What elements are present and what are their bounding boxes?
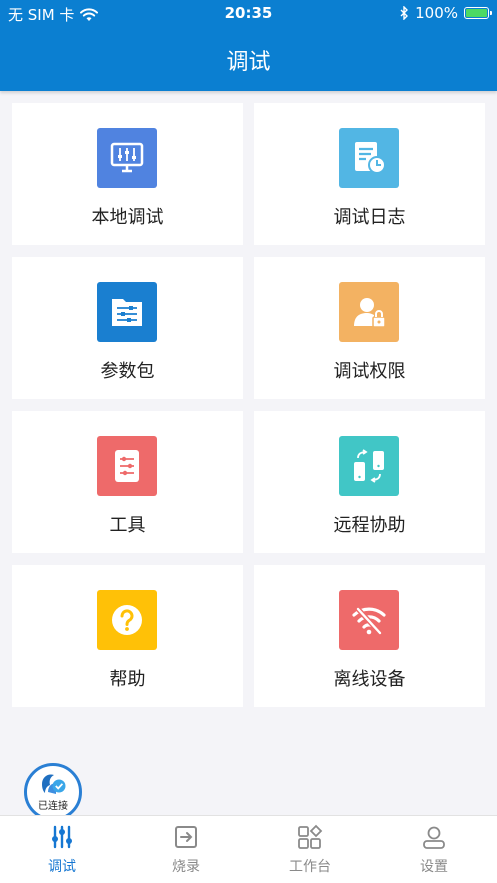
page-title: 调试 bbox=[226, 50, 271, 75]
battery-icon bbox=[464, 7, 492, 19]
status-right: 100% bbox=[400, 4, 492, 22]
log-document-clock-icon bbox=[339, 128, 399, 188]
tile-label: 调试权限 bbox=[333, 361, 406, 382]
top-bar: 无 SIM 卡 20:35 100% 调试 bbox=[0, 0, 497, 91]
tile-param-pack[interactable]: 参数包 bbox=[12, 257, 243, 399]
bottom-tab-bar: 调试 烧录 工作台 设置 bbox=[0, 815, 497, 883]
debug-sliders-icon bbox=[52, 825, 72, 849]
tool-list-icon bbox=[97, 436, 157, 496]
wifi-off-icon bbox=[339, 590, 399, 650]
tab-label: 设置 bbox=[420, 859, 448, 875]
connection-label: 已连接 bbox=[38, 801, 68, 812]
tile-label: 帮助 bbox=[109, 669, 146, 690]
workbench-grid-icon bbox=[298, 824, 323, 849]
connection-status-button[interactable]: 已连接 bbox=[24, 763, 82, 821]
status-bar: 无 SIM 卡 20:35 100% bbox=[0, 0, 497, 26]
tab-workbench[interactable]: 工作台 bbox=[248, 824, 372, 876]
battery-percent: 100% bbox=[415, 4, 458, 22]
tab-label: 调试 bbox=[48, 859, 76, 875]
tile-local-debug[interactable]: 本地调试 bbox=[12, 103, 243, 245]
remote-phones-icon bbox=[339, 436, 399, 496]
tile-debug-log[interactable]: 调试日志 bbox=[254, 103, 485, 245]
tile-remote-assist[interactable]: 远程协助 bbox=[254, 411, 485, 553]
tile-label: 远程协助 bbox=[333, 515, 406, 536]
tab-label: 烧录 bbox=[172, 859, 200, 875]
monitor-sliders-icon bbox=[97, 128, 157, 188]
tab-burn[interactable]: 烧录 bbox=[124, 824, 248, 876]
tile-offline-device[interactable]: 离线设备 bbox=[254, 565, 485, 707]
tile-tools[interactable]: 工具 bbox=[12, 411, 243, 553]
folder-sliders-icon bbox=[97, 282, 157, 342]
bluetooth-icon bbox=[400, 6, 409, 20]
tab-label: 工作台 bbox=[289, 859, 331, 875]
help-question-icon bbox=[97, 590, 157, 650]
user-settings-icon bbox=[423, 826, 445, 849]
tile-label: 工具 bbox=[109, 515, 146, 536]
tile-label: 参数包 bbox=[100, 361, 155, 382]
tile-label: 离线设备 bbox=[333, 669, 406, 690]
tab-settings[interactable]: 设置 bbox=[372, 824, 496, 876]
user-lock-icon bbox=[339, 282, 399, 342]
tile-label: 调试日志 bbox=[333, 207, 406, 228]
connected-device-icon bbox=[42, 774, 66, 794]
tile-help[interactable]: 帮助 bbox=[12, 565, 243, 707]
burn-import-icon bbox=[175, 826, 197, 848]
tab-debug[interactable]: 调试 bbox=[0, 824, 124, 876]
tile-label: 本地调试 bbox=[91, 207, 164, 228]
tile-debug-permission[interactable]: 调试权限 bbox=[254, 257, 485, 399]
